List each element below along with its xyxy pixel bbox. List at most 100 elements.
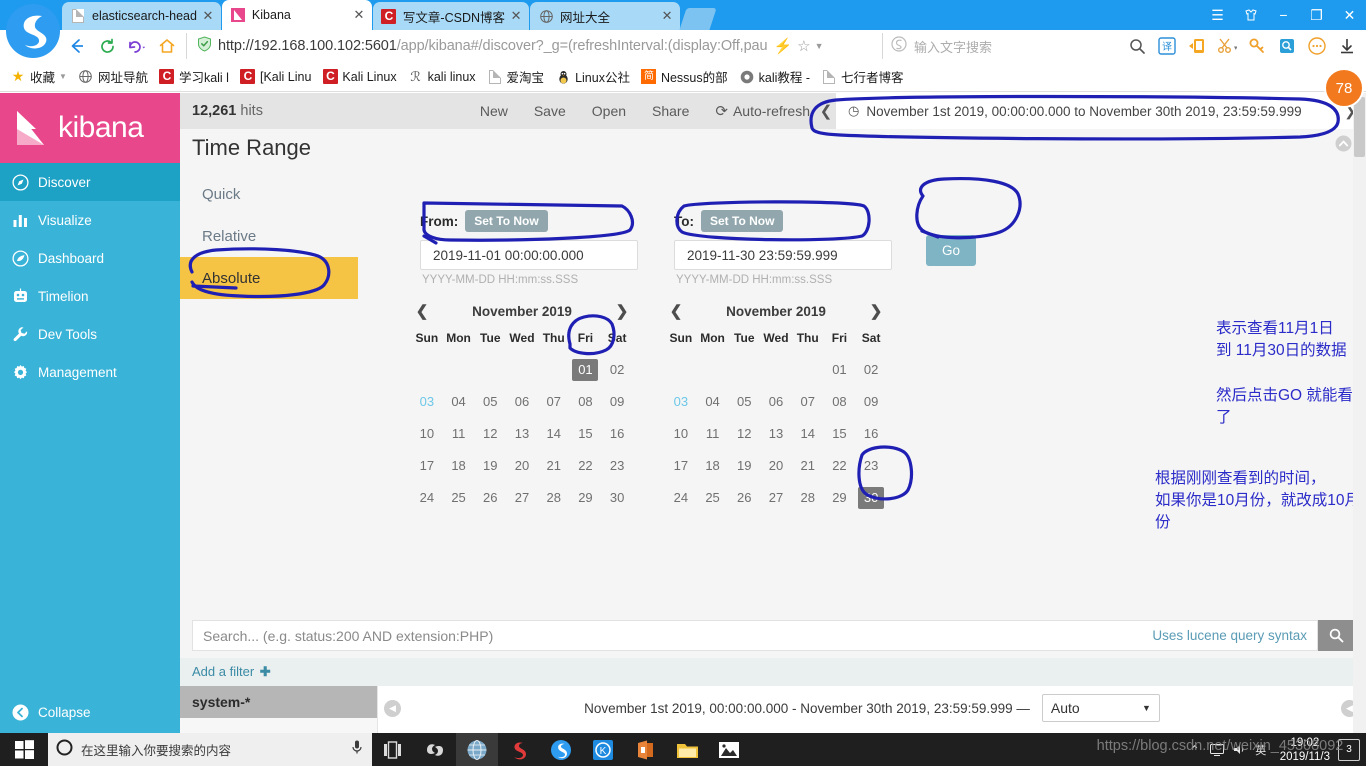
chevron-down-icon[interactable]: ▼ <box>59 72 67 81</box>
search-icon[interactable] <box>1122 31 1152 61</box>
bookmark-item[interactable]: 网址导航 <box>78 66 148 88</box>
share-button[interactable]: Share <box>639 93 702 129</box>
calendar-day[interactable]: 17 <box>411 455 443 477</box>
calendar-day[interactable]: 13 <box>506 423 538 445</box>
shirt-icon[interactable] <box>1234 0 1267 30</box>
calendar-day[interactable]: 07 <box>538 391 570 413</box>
taskbar-clock[interactable]: 19:02 2019/11/3 <box>1272 736 1338 764</box>
bookmark-item[interactable]: 简 Nessus的部 <box>641 66 728 88</box>
sidebar-item-timelion[interactable]: Timelion <box>0 277 180 315</box>
calendar-day[interactable]: 12 <box>728 423 760 445</box>
auto-refresh-button[interactable]: ⟳ Auto-refresh <box>702 93 816 129</box>
bookmark-item[interactable]: C [Kali Linu <box>240 66 311 88</box>
calendar-day-selected[interactable]: 01 <box>572 359 599 381</box>
taskbar-sogou-input-icon[interactable] <box>414 733 456 766</box>
bookmark-item[interactable]: C 学习kali l <box>159 66 229 88</box>
scissors-icon[interactable]: ▾ <box>1212 31 1242 61</box>
calendar-day[interactable]: 24 <box>665 487 697 509</box>
index-pattern-selector[interactable]: system-* <box>180 686 377 718</box>
notification-center-button[interactable]: 3 <box>1338 738 1360 761</box>
calendar-day[interactable]: 29 <box>824 487 856 509</box>
calendar-day[interactable]: 12 <box>474 423 506 445</box>
calendar-day[interactable]: 28 <box>792 487 824 509</box>
calendar-day[interactable]: 27 <box>506 487 538 509</box>
browser-tab[interactable]: 网址大全 ✕ <box>530 2 681 30</box>
ime-icon[interactable]: 英 <box>1250 733 1272 766</box>
calendar-day-today[interactable]: 03 <box>665 391 697 413</box>
undo-icon[interactable] <box>122 31 152 61</box>
calendar-prev-month-button[interactable]: ❮ <box>411 302 433 320</box>
browser-tab[interactable]: C 写文章-CSDN博客 ✕ <box>372 2 530 30</box>
calendar-prev-month-button[interactable]: ❮ <box>665 302 687 320</box>
close-icon[interactable]: ✕ <box>201 9 215 23</box>
add-filter-button[interactable]: Add a filter ✚ <box>192 664 271 680</box>
time-prev-button[interactable]: ❮ <box>816 93 836 129</box>
tab-relative[interactable]: Relative <box>180 215 358 257</box>
translate-icon[interactable]: 译 <box>1152 31 1182 61</box>
menu-icon[interactable]: ☰ <box>1201 0 1234 30</box>
taskbar-office-icon[interactable] <box>624 733 666 766</box>
sidebar-item-management[interactable]: Management <box>0 353 180 391</box>
calendar-day[interactable]: 09 <box>855 391 887 413</box>
restore-icon[interactable]: ❐ <box>1300 0 1333 30</box>
calendar-day[interactable]: 02 <box>601 359 633 381</box>
monitor-icon[interactable] <box>1206 733 1228 766</box>
page-scrollbar-thumb[interactable] <box>1354 97 1365 157</box>
calendar-day[interactable]: 10 <box>411 423 443 445</box>
tab-quick[interactable]: Quick <box>180 173 358 215</box>
taskbar-kugou-icon[interactable]: K <box>582 733 624 766</box>
collapse-field-pane-button[interactable]: ◀ <box>384 700 401 717</box>
lightning-icon[interactable]: ⚡ <box>773 37 792 55</box>
browser-tab-active[interactable]: Kibana ✕ <box>221 0 372 30</box>
chevron-down-icon[interactable]: ▼ <box>815 41 824 51</box>
bookmark-item[interactable]: kali教程 - <box>739 66 810 88</box>
calendar-day[interactable]: 19 <box>728 455 760 477</box>
windows-start-button[interactable] <box>0 733 48 766</box>
sidebar-item-dashboard[interactable]: Dashboard <box>0 239 180 277</box>
taskbar-sogou-blue-icon[interactable] <box>540 733 582 766</box>
back-icon[interactable] <box>62 31 92 61</box>
calendar-day[interactable]: 05 <box>474 391 506 413</box>
from-set-to-now-button[interactable]: Set To Now <box>465 210 548 232</box>
sidebar-item-dev-tools[interactable]: Dev Tools <box>0 315 180 353</box>
time-range-collapse-button[interactable] <box>1335 135 1352 157</box>
save-button[interactable]: Save <box>521 93 579 129</box>
bookmark-item[interactable]: 爱淘宝 <box>487 66 544 88</box>
calendar-day[interactable]: 05 <box>728 391 760 413</box>
address-bar[interactable]: http://192.168.100.102:5601/app/kibana#/… <box>186 33 878 59</box>
home-icon[interactable] <box>152 31 182 61</box>
capture-icon[interactable] <box>1272 31 1302 61</box>
calendar-day[interactable]: 08 <box>824 391 856 413</box>
bookmark-item[interactable]: 七行者博客 <box>821 66 904 88</box>
sidebar-item-discover[interactable]: Discover <box>0 163 180 201</box>
more-icon[interactable] <box>1302 31 1332 61</box>
calendar-day[interactable]: 25 <box>697 487 729 509</box>
calendar-day[interactable]: 15 <box>570 423 602 445</box>
taskbar-task-view-button[interactable] <box>372 733 414 766</box>
browser-tab[interactable]: elasticsearch-head ✕ <box>62 2 221 30</box>
calendar-day[interactable]: 11 <box>443 423 475 445</box>
calendar-day[interactable]: 19 <box>474 455 506 477</box>
tab-absolute[interactable]: Absolute <box>180 257 358 299</box>
calendar-day[interactable]: 21 <box>792 455 824 477</box>
mobile-icon[interactable] <box>1182 31 1212 61</box>
calendar-day[interactable]: 10 <box>665 423 697 445</box>
calendar-day[interactable]: 02 <box>855 359 887 381</box>
calendar-day[interactable]: 04 <box>697 391 729 413</box>
key-icon[interactable] <box>1242 31 1272 61</box>
badge-counter[interactable]: 78 <box>1324 68 1364 108</box>
calendar-day[interactable]: 24 <box>411 487 443 509</box>
interval-select[interactable]: Auto ▼ <box>1041 694 1160 722</box>
calendar-day[interactable]: 07 <box>792 391 824 413</box>
up-arrow-icon[interactable]: ⌃ <box>1184 733 1206 766</box>
download-icon[interactable] <box>1332 31 1362 61</box>
calendar-day[interactable]: 13 <box>760 423 792 445</box>
calendar-day[interactable]: 28 <box>538 487 570 509</box>
taskbar-folder-icon[interactable] <box>666 733 708 766</box>
calendar-day[interactable]: 23 <box>601 455 633 477</box>
microphone-icon[interactable] <box>350 739 364 760</box>
calendar-day[interactable]: 27 <box>760 487 792 509</box>
search-submit-button[interactable] <box>1318 620 1354 651</box>
browser-search-box[interactable]: 输入文字搜索 <box>882 33 1122 59</box>
calendar-day[interactable]: 15 <box>824 423 856 445</box>
